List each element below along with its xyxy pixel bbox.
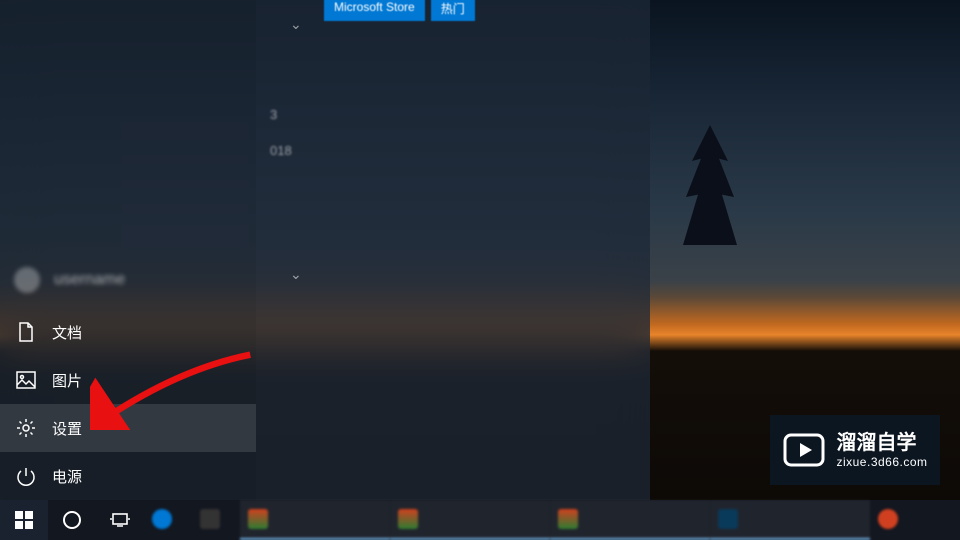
app-icon xyxy=(558,509,578,529)
task-view-icon xyxy=(109,511,131,529)
watermark-url: zixue.3d66.com xyxy=(836,455,927,469)
rail-item-label: 设置 xyxy=(52,418,82,439)
start-menu-apps-area: Microsoft Store 热门 ⌄ 3 018 ⌄ xyxy=(256,0,650,500)
rail-item-documents[interactable]: 文档 xyxy=(0,308,256,356)
app-list-row[interactable]: 018 xyxy=(266,132,640,168)
rail-item-label: 电源 xyxy=(52,466,82,487)
chevron-down-icon[interactable]: ⌄ xyxy=(290,266,302,283)
app-icon xyxy=(398,509,418,529)
power-icon xyxy=(16,466,36,486)
windows-logo-icon xyxy=(15,511,33,529)
start-button[interactable] xyxy=(0,500,48,540)
start-menu: username 文档 图片 xyxy=(0,0,650,500)
watermark-title: 溜溜自学 xyxy=(836,431,927,455)
wallpaper-tree xyxy=(680,125,740,245)
app-icon xyxy=(718,509,738,529)
user-account-label: username xyxy=(54,271,125,289)
app-icon xyxy=(200,509,220,529)
app-list-row[interactable]: 3 xyxy=(266,96,640,132)
avatar-icon xyxy=(14,267,40,293)
desktop-wallpaper: username 文档 图片 xyxy=(0,0,960,540)
app-icon xyxy=(878,509,898,529)
taskbar-app[interactable] xyxy=(870,500,918,540)
taskbar-app[interactable] xyxy=(390,500,550,540)
taskbar-app[interactable] xyxy=(240,500,390,540)
app-icon xyxy=(248,509,268,529)
chevron-down-icon[interactable]: ⌄ xyxy=(290,16,302,33)
watermark: 溜溜自学 zixue.3d66.com xyxy=(770,415,940,485)
cortana-circle-icon xyxy=(62,510,82,530)
picture-icon xyxy=(16,370,36,390)
badge-store[interactable]: Microsoft Store xyxy=(324,0,425,21)
taskbar-app[interactable] xyxy=(144,500,192,540)
gear-icon xyxy=(16,418,36,438)
app-hint-label: 018 xyxy=(270,143,292,158)
rail-item-power[interactable]: 电源 xyxy=(0,452,256,500)
cortana-button[interactable] xyxy=(48,500,96,540)
play-logo-icon xyxy=(782,428,826,472)
rail-item-label: 文档 xyxy=(52,322,82,343)
taskbar-app[interactable] xyxy=(710,500,870,540)
rail-item-settings[interactable]: 设置 xyxy=(0,404,256,452)
rail-item-label: 图片 xyxy=(52,370,82,391)
start-menu-rail: username 文档 图片 xyxy=(0,0,256,500)
taskbar-app[interactable] xyxy=(192,500,240,540)
rail-item-pictures[interactable]: 图片 xyxy=(0,356,256,404)
document-icon xyxy=(16,322,36,342)
app-icon xyxy=(152,509,172,529)
task-view-button[interactable] xyxy=(96,500,144,540)
app-hint-label: 3 xyxy=(270,107,277,122)
badge-hot[interactable]: 热门 xyxy=(431,0,475,21)
user-account-button[interactable]: username xyxy=(0,256,256,304)
taskbar xyxy=(0,500,960,540)
highlight-badges: Microsoft Store 热门 xyxy=(324,0,475,21)
taskbar-app[interactable] xyxy=(550,500,710,540)
